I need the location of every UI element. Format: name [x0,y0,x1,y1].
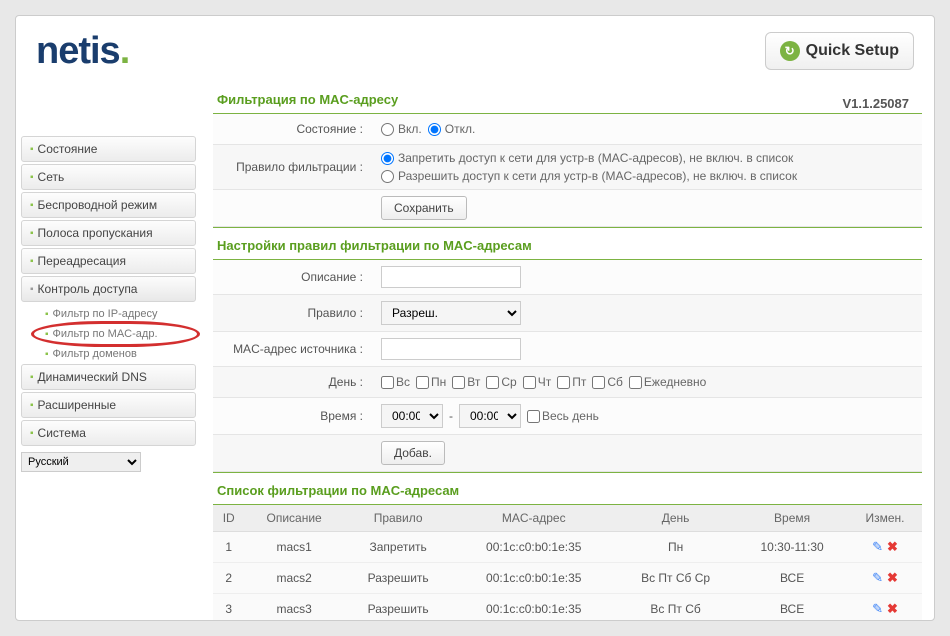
edit-icon[interactable]: ✎ [872,570,883,586]
day-label: День : [213,367,373,397]
time-label: Время : [213,401,373,431]
sidebar-subitem-domain-filter[interactable]: ▪Фильтр доменов [39,344,196,364]
desc-input[interactable] [381,266,521,288]
rule-label: Правило : [213,298,373,328]
table-row: 2macs2Разрешить00:1c:c0:b0:1e:35Вс Пт Сб… [213,563,922,594]
plus-icon: ▪ [30,428,34,439]
state-off-radio[interactable]: Откл. [428,122,476,136]
mac-input[interactable] [381,338,521,360]
language-select[interactable]: Русский [21,452,141,472]
day-sun-checkbox[interactable]: Вс [381,375,410,389]
edit-icon[interactable]: ✎ [872,539,883,555]
rule-select[interactable]: Разреш. [381,301,521,325]
logo: netis. [36,30,129,73]
sidebar: ▪Состояние ▪Сеть ▪Беспроводной режим ▪По… [16,136,201,620]
filter-table: ID Описание Правило MAC-адрес День Время… [213,505,922,620]
sidebar-item-system[interactable]: ▪Система [21,420,196,446]
plus-icon: ▪ [30,372,34,383]
version-label: V1.1.25087 [842,96,909,111]
col-rule: Правило [344,505,453,532]
col-id: ID [213,505,244,532]
main-content: Фильтрация по MAC-адресу Состояние : Вкл… [201,86,934,620]
rule-deny-radio[interactable]: Запретить доступ к сети для устр-в (MAC-… [381,151,797,165]
plus-icon: ▪ [30,144,34,155]
table-row: 1macs1Запретить00:1c:c0:b0:1e:35Пн10:30-… [213,532,922,563]
mac-label: MAC-адрес источника : [213,334,373,364]
day-daily-checkbox[interactable]: Ежедневно [629,375,706,389]
col-mod: Измен. [848,505,922,532]
day-tue-checkbox[interactable]: Вт [452,375,480,389]
edit-icon[interactable]: ✎ [872,601,883,617]
delete-icon[interactable]: ✖ [887,539,898,555]
col-day: День [615,505,736,532]
filter-rule-label: Правило фильтрации : [213,152,373,182]
sidebar-item-advanced[interactable]: ▪Расширенные [21,392,196,418]
plus-icon: ▪ [45,309,49,320]
sidebar-item-ddns[interactable]: ▪Динамический DNS [21,364,196,390]
time-to-select[interactable]: 00:00 [459,404,521,428]
plus-icon: ▪ [45,349,49,360]
time-from-select[interactable]: 00:00 [381,404,443,428]
minus-icon: ▪ [30,284,34,295]
quick-setup-label: Quick Setup [806,42,899,60]
desc-label: Описание : [213,262,373,292]
refresh-icon: ↻ [780,41,800,61]
col-time: Время [736,505,848,532]
plus-icon: ▪ [30,200,34,211]
section-title-mac-filter: Фильтрация по MAC-адресу [213,86,922,114]
sidebar-item-bandwidth[interactable]: ▪Полоса пропускания [21,220,196,246]
plus-icon: ▪ [30,400,34,411]
section-title-list: Список фильтрации по MAC-адресам [213,477,922,505]
day-thu-checkbox[interactable]: Чт [523,375,552,389]
quick-setup-button[interactable]: ↻ Quick Setup [765,32,914,70]
col-desc: Описание [244,505,343,532]
day-fri-checkbox[interactable]: Пт [557,375,586,389]
plus-icon: ▪ [45,329,49,340]
delete-icon[interactable]: ✖ [887,601,898,617]
plus-icon: ▪ [30,256,34,267]
sidebar-subitem-mac-filter[interactable]: ▪Фильтр по MAC-адр. [39,324,196,344]
delete-icon[interactable]: ✖ [887,570,898,586]
sidebar-subitem-ip-filter[interactable]: ▪Фильтр по IP-адресу [39,304,196,324]
add-button[interactable]: Добав. [381,441,445,465]
state-label: Состояние : [213,114,373,144]
table-row: 3macs3Разрешить00:1c:c0:b0:1e:35Вс Пт Сб… [213,594,922,621]
rule-allow-radio[interactable]: Разрешить доступ к сети для устр-в (MAC-… [381,169,797,183]
col-mac: MAC-адрес [452,505,615,532]
sidebar-item-wireless[interactable]: ▪Беспроводной режим [21,192,196,218]
save-button[interactable]: Сохранить [381,196,467,220]
state-on-radio[interactable]: Вкл. [381,122,422,136]
allday-checkbox[interactable]: Весь день [527,409,599,423]
plus-icon: ▪ [30,228,34,239]
sidebar-item-access-control[interactable]: ▪Контроль доступа [21,276,196,302]
sidebar-item-forwarding[interactable]: ▪Переадресация [21,248,196,274]
sidebar-item-status[interactable]: ▪Состояние [21,136,196,162]
section-title-rules: Настройки правил фильтрации по MAC-адрес… [213,232,922,260]
sidebar-item-network[interactable]: ▪Сеть [21,164,196,190]
plus-icon: ▪ [30,172,34,183]
day-sat-checkbox[interactable]: Сб [592,375,623,389]
day-wed-checkbox[interactable]: Ср [486,375,516,389]
day-mon-checkbox[interactable]: Пн [416,375,446,389]
